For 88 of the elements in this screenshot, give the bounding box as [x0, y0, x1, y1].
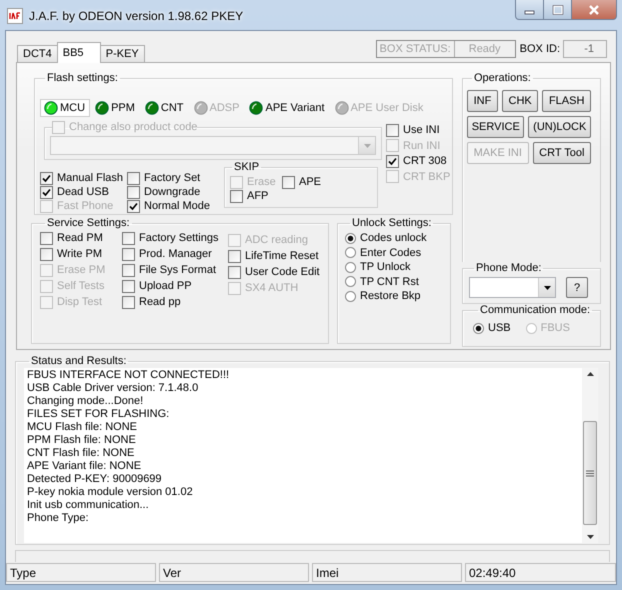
checkbox[interactable]: Dead USB: [40, 185, 127, 199]
action-button[interactable]: CHK: [502, 90, 538, 112]
minimize-button[interactable]: [515, 0, 544, 20]
radio-button[interactable]: [345, 232, 356, 244]
grip-icon: [586, 470, 594, 476]
action-button[interactable]: INF: [467, 90, 498, 112]
log-line: Init usb communication...: [27, 499, 150, 512]
window-title: J.A.F. by ODEON version 1.98.62 PKEY: [29, 9, 244, 23]
maximize-icon: [552, 4, 564, 14]
checkbox[interactable]: Downgrade: [127, 185, 224, 199]
group-title: SKIP: [233, 161, 260, 174]
log-line: PPM Flash file: NONE: [27, 434, 137, 447]
radio-label[interactable]: Restore Bkp: [360, 290, 421, 302]
group-title: Unlock Settings:: [351, 217, 432, 230]
radio-label[interactable]: Enter Codes: [360, 246, 422, 259]
scroll-down-icon: [586, 535, 594, 539]
checkbox[interactable]: Write PM: [40, 247, 122, 261]
help-button[interactable]: ?: [566, 277, 588, 298]
check-icon: [129, 202, 138, 210]
tab[interactable]: DCT4: [17, 45, 58, 62]
flash-toggle[interactable]: APE Variant: [245, 99, 330, 117]
group-title: Phone Mode:: [475, 262, 542, 275]
radio-button[interactable]: [345, 290, 356, 302]
radio-label[interactable]: TP CNT Rst: [360, 276, 419, 288]
flash-toggle[interactable]: PPM: [91, 99, 140, 117]
box-status-label: BOX STATUS:: [376, 41, 455, 57]
group-title: Status and Results:: [30, 355, 128, 368]
checkbox[interactable]: Factory Settings: [122, 231, 228, 245]
checkbox[interactable]: Manual Flash: [40, 171, 127, 185]
status-bar-cell: Imei: [312, 563, 462, 582]
dropdown-arrow-icon: [364, 144, 370, 148]
radio-label[interactable]: Codes unlock: [360, 232, 427, 244]
close-button[interactable]: [572, 0, 617, 20]
checkbox[interactable]: Use INI: [386, 123, 450, 137]
tab[interactable]: P-KEY: [100, 45, 145, 62]
flash-toggle[interactable]: CNT: [140, 99, 189, 117]
group-title: Operations:: [473, 72, 532, 85]
radio-button[interactable]: [345, 262, 356, 273]
log-line: FILES SET FOR FLASHING:: [27, 408, 170, 421]
log-line: FBUS INTERFACE NOT CONNECTED!!!: [27, 369, 230, 382]
phone-mode-dropdown[interactable]: [469, 277, 556, 298]
checkbox[interactable]: AFP: [230, 189, 282, 203]
box-id-label: BOX ID:: [520, 43, 560, 55]
checkbox[interactable]: Normal Mode: [127, 199, 224, 213]
log-line: MCU Flash file: NONE: [27, 421, 138, 434]
status-bar-cell: Ver: [159, 563, 309, 582]
radio-button[interactable]: [473, 322, 484, 334]
flash-toggle[interactable]: MCU: [40, 99, 90, 117]
log-line: APE Variant file: NONE: [27, 460, 142, 473]
check-icon: [388, 156, 397, 166]
action-button[interactable]: SERVICE: [467, 116, 524, 138]
scrollbar[interactable]: [582, 368, 598, 543]
scroll-up-icon: [586, 372, 594, 376]
checkbox[interactable]: Read PM: [40, 231, 122, 245]
group-title: Service Settings:: [46, 217, 131, 230]
checkbox[interactable]: CRT 308: [386, 154, 450, 168]
maximize-button[interactable]: [544, 0, 572, 20]
checkbox[interactable]: Read pp: [122, 295, 228, 309]
checkbox[interactable]: User Code Edit: [228, 265, 320, 279]
group-title: Communication mode:: [479, 304, 592, 317]
log-line: Detected P-KEY: 90009699: [27, 473, 163, 486]
log-line: Changing mode...Done!: [27, 395, 144, 408]
tab[interactable]: BB5: [56, 42, 101, 63]
checkbox[interactable]: Prod. Manager: [122, 247, 228, 261]
checkbox[interactable]: APE: [282, 175, 377, 189]
box-status-value: Ready: [468, 42, 502, 57]
box-id-field: -1: [563, 40, 607, 58]
checkbox[interactable]: Upload PP: [122, 279, 228, 293]
action-button[interactable]: FLASH: [542, 90, 591, 112]
log-line: Phone Type:: [27, 512, 90, 525]
log-line: P-key nokia module version 01.02: [27, 486, 194, 499]
dropdown-arrow-icon: [544, 286, 550, 290]
radio-button[interactable]: [345, 276, 356, 288]
radio-label[interactable]: TP Unlock: [360, 261, 411, 274]
checkbox[interactable]: Factory Set: [127, 171, 224, 185]
log-line: CNT Flash file: NONE: [27, 447, 136, 460]
close-icon: [588, 4, 600, 14]
group-title: Flash settings:: [46, 72, 119, 85]
checkbox[interactable]: File Sys Format: [122, 263, 228, 277]
status-bar-cell: 02:49:40: [465, 563, 616, 582]
status-bar-cell: Type: [6, 563, 156, 582]
radio-button[interactable]: [345, 247, 356, 258]
radio-label[interactable]: USB: [488, 322, 511, 334]
action-button[interactable]: (UN)LOCK: [528, 116, 592, 138]
action-button[interactable]: CRT Tool: [532, 142, 592, 164]
checkbox[interactable]: LifeTime Reset: [228, 249, 320, 263]
log-line: USB Cable Driver version: 7.1.48.0: [27, 382, 200, 395]
app-logo-icon: [7, 8, 23, 24]
